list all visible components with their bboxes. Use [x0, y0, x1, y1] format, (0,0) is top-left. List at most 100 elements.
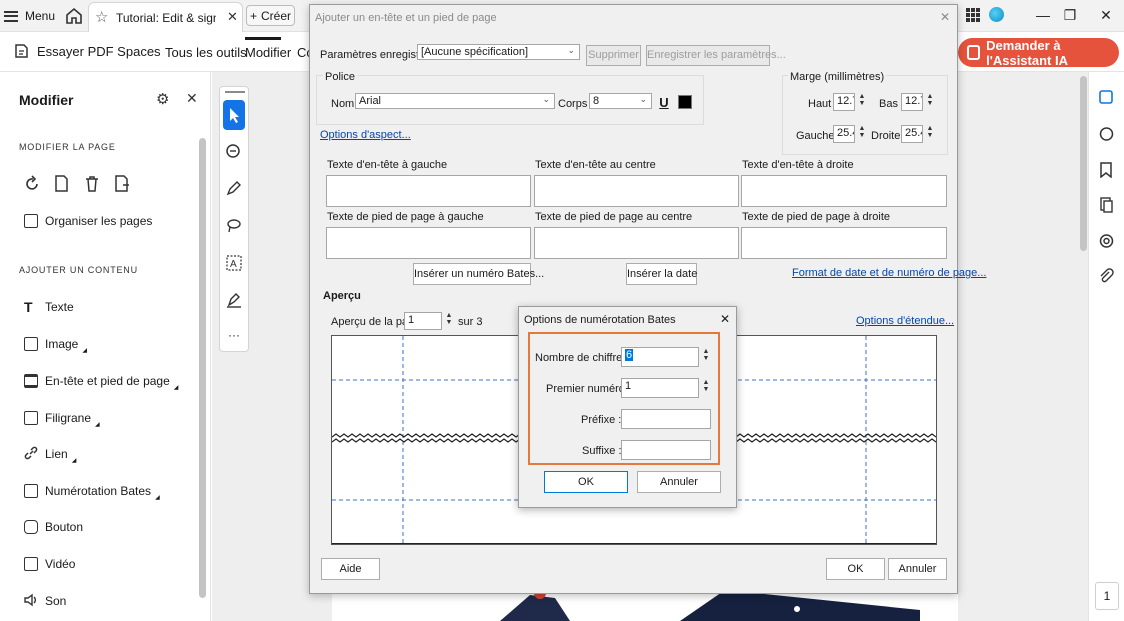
- save-settings-button[interactable]: Enregistrer les paramètres...: [646, 45, 786, 66]
- close-tab-icon[interactable]: ✕: [227, 9, 238, 25]
- insert-page-icon[interactable]: [54, 175, 70, 193]
- text-select-tool-icon[interactable]: A: [226, 255, 242, 271]
- digits-stepper[interactable]: ▲ ▼: [701, 348, 711, 362]
- prefix-label: Préfixe :: [581, 414, 622, 426]
- insert-bates-button[interactable]: Insérer un numéro Bates...: [413, 263, 544, 285]
- menu-button[interactable]: Menu: [4, 6, 55, 26]
- pdf-spaces-button[interactable]: Essayer PDF Spaces: [14, 43, 161, 59]
- sign-tool-icon[interactable]: [226, 292, 242, 308]
- create-button[interactable]: + Créer: [246, 5, 295, 26]
- bates-close-icon[interactable]: ✕: [720, 312, 730, 326]
- range-options-link[interactable]: Options d'étendue...: [856, 315, 954, 327]
- bates-numbering-item[interactable]: Numérotation Bates ◢: [24, 481, 163, 501]
- header-right-label: Texte d'en-tête à droite: [742, 159, 854, 171]
- font-color-swatch[interactable]: [678, 95, 692, 109]
- nav-all-tools[interactable]: Tous les outils: [165, 45, 247, 60]
- header-footer-icon: [24, 374, 38, 388]
- font-name-value: Arial: [359, 95, 382, 107]
- preview-page-input[interactable]: 1: [404, 312, 442, 330]
- margin-top-input[interactable]: 12.7: [833, 93, 855, 111]
- help-button[interactable]: Aide: [321, 558, 380, 580]
- hamburger-icon: [4, 10, 18, 22]
- video-item[interactable]: Vidéo: [24, 554, 75, 574]
- nav-modifier[interactable]: Modifier: [245, 45, 291, 60]
- sound-item[interactable]: Son: [24, 591, 66, 611]
- star-icon[interactable]: ☆: [95, 8, 108, 26]
- minimize-icon[interactable]: —: [1033, 6, 1053, 26]
- digits-input[interactable]: 6: [621, 347, 699, 367]
- margin-right-input[interactable]: 25.4: [901, 125, 923, 143]
- font-size-select[interactable]: 8 ⌄: [589, 93, 652, 109]
- margin-top-stepper[interactable]: ▲ ▼: [857, 93, 867, 107]
- avatar[interactable]: [989, 7, 1004, 22]
- suffix-input[interactable]: [621, 440, 711, 460]
- appearance-options-link[interactable]: Options d'aspect...: [320, 129, 411, 141]
- layers-icon[interactable]: [1099, 233, 1114, 249]
- font-name-select[interactable]: Arial ⌄: [355, 93, 555, 109]
- section-modify-page: MODIFIER LA PAGE: [19, 142, 116, 152]
- delete-page-icon[interactable]: [84, 175, 100, 193]
- footer-left-textbox[interactable]: [326, 227, 531, 259]
- rotate-icon[interactable]: [24, 175, 40, 193]
- header-right-textbox[interactable]: [741, 175, 947, 207]
- link-item[interactable]: Lien ◢: [24, 444, 79, 464]
- underline-icon[interactable]: U: [655, 94, 673, 112]
- close-window-icon[interactable]: ✕: [1096, 6, 1116, 26]
- digits-label: Nombre de chiffres :: [535, 352, 634, 364]
- bates-ok-button[interactable]: OK: [544, 471, 628, 493]
- bookmark-icon[interactable]: [1099, 162, 1114, 179]
- margin-left-input[interactable]: 25.4: [833, 125, 855, 143]
- more-tools-icon[interactable]: ···: [226, 329, 242, 347]
- close-icon[interactable]: ✕: [186, 90, 198, 107]
- margin-left-stepper[interactable]: ▲ ▼: [857, 125, 867, 139]
- comment-tool-icon[interactable]: [226, 144, 242, 160]
- header-center-textbox[interactable]: [534, 175, 739, 207]
- footer-right-textbox[interactable]: [741, 227, 947, 259]
- add-image-item[interactable]: Image ◢: [24, 334, 90, 354]
- bates-cancel-button[interactable]: Annuler: [637, 471, 721, 493]
- saved-settings-select[interactable]: [Aucune spécification] ⌄: [417, 44, 580, 60]
- maximize-icon[interactable]: ❐: [1060, 6, 1080, 26]
- margin-group: [782, 75, 948, 155]
- comment-icon[interactable]: [1099, 126, 1114, 142]
- extract-page-icon[interactable]: [114, 175, 130, 193]
- start-number-stepper[interactable]: ▲ ▼: [701, 379, 711, 393]
- ai-assistant-button[interactable]: Demander à l'Assistant IA: [958, 38, 1119, 68]
- dialog-cancel-button[interactable]: Annuler: [888, 558, 947, 580]
- apps-grid-icon[interactable]: [966, 8, 980, 22]
- header-footer-item[interactable]: En-tête et pied de page ◢: [24, 371, 181, 391]
- header-left-textbox[interactable]: [326, 175, 531, 207]
- margin-bottom-input[interactable]: 12.7: [901, 93, 923, 111]
- ai-panel-icon[interactable]: [1099, 89, 1114, 105]
- document-scrollbar[interactable]: [1080, 76, 1087, 251]
- pages-icon[interactable]: [1099, 197, 1114, 213]
- home-icon[interactable]: [64, 6, 84, 26]
- page-number-indicator[interactable]: 1: [1095, 582, 1119, 610]
- preview-page-stepper[interactable]: ▲ ▼: [444, 312, 454, 326]
- pen-tool-icon[interactable]: [226, 180, 242, 196]
- organize-pages-item[interactable]: Organiser les pages: [24, 211, 152, 231]
- prefix-input[interactable]: [621, 409, 711, 429]
- attachment-icon[interactable]: [1099, 268, 1114, 284]
- suffix-label: Suffixe :: [582, 445, 622, 457]
- button-label: Bouton: [45, 520, 84, 534]
- delete-settings-button[interactable]: Supprimer: [586, 45, 641, 66]
- button-item[interactable]: Bouton: [24, 517, 83, 537]
- start-number-input[interactable]: 1: [621, 378, 699, 398]
- dialog-close-icon[interactable]: ✕: [940, 10, 950, 24]
- lasso-tool-icon[interactable]: [226, 218, 242, 234]
- date-format-link[interactable]: Format de date et de numéro de page...: [792, 267, 986, 279]
- select-tool[interactable]: [223, 100, 245, 130]
- footer-center-textbox[interactable]: [534, 227, 739, 259]
- button-icon: [24, 520, 38, 534]
- insert-date-button[interactable]: Insérer la date: [626, 263, 697, 285]
- dialog-ok-button[interactable]: OK: [826, 558, 885, 580]
- watermark-item[interactable]: Filigrane ◢: [24, 408, 103, 428]
- document-tab[interactable]: ☆ Tutorial: Edit & sign ... ✕: [88, 2, 243, 32]
- margin-bottom-stepper[interactable]: ▲ ▼: [925, 93, 935, 107]
- gear-icon[interactable]: ⚙: [156, 90, 169, 108]
- margin-right-stepper[interactable]: ▲ ▼: [925, 125, 935, 139]
- drag-handle[interactable]: [225, 91, 245, 93]
- add-text-item[interactable]: T Texte: [24, 297, 74, 317]
- left-panel-scrollbar[interactable]: [199, 138, 206, 598]
